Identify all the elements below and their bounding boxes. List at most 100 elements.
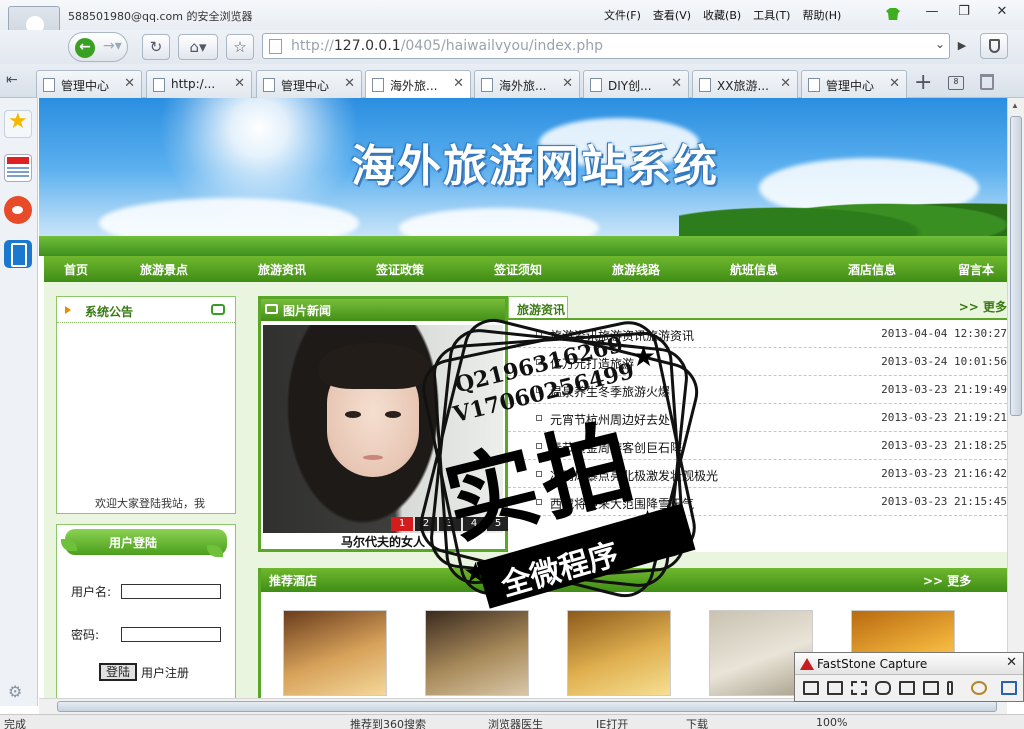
tab-close-icon[interactable]: ✕ bbox=[671, 76, 682, 91]
hotel-more-link[interactable]: >> 更多 bbox=[923, 572, 971, 589]
status-item[interactable]: 推荐到360搜索 bbox=[350, 716, 426, 729]
nav-item[interactable]: 签证须知 bbox=[494, 261, 542, 278]
menu-view[interactable]: 查看(V) bbox=[653, 7, 691, 23]
closed-tabs-button[interactable]: 8 bbox=[948, 76, 964, 90]
nav-item[interactable]: 旅游景点 bbox=[140, 261, 188, 278]
menu-file[interactable]: 文件(F) bbox=[604, 7, 641, 23]
register-link[interactable]: 用户注册 bbox=[141, 664, 189, 681]
browser-tab[interactable]: DIY创... ✕ bbox=[583, 70, 689, 98]
capture-region-icon[interactable] bbox=[851, 681, 867, 695]
status-item[interactable]: IE打开 bbox=[596, 716, 628, 729]
photo-caption[interactable]: 马尔代夫的女人 bbox=[261, 533, 505, 550]
browser-tab[interactable]: 管理中心 ✕ bbox=[36, 70, 142, 98]
menu-help[interactable]: 帮助(H) bbox=[802, 7, 841, 23]
new-tab-button[interactable]: + bbox=[914, 70, 932, 95]
refresh-button[interactable]: ↻ bbox=[142, 34, 170, 60]
mobile-icon[interactable] bbox=[4, 240, 32, 268]
news-title[interactable]: 冰雨风暴点亮北极激发壮观极光 bbox=[550, 467, 718, 484]
horizontal-scroll-thumb[interactable] bbox=[57, 701, 997, 712]
browser-tab[interactable]: XX旅游... ✕ bbox=[692, 70, 798, 98]
capture-object-icon[interactable] bbox=[827, 681, 843, 695]
menu-favorites[interactable]: 收藏(B) bbox=[703, 7, 741, 23]
color-picker-icon[interactable] bbox=[947, 681, 953, 695]
favorite-star-button[interactable]: ☆ bbox=[226, 34, 254, 60]
favorites-star-icon[interactable] bbox=[4, 109, 32, 138]
tab-close-icon[interactable]: ✕ bbox=[780, 76, 791, 91]
browser-tab[interactable]: 管理中心 ✕ bbox=[256, 70, 362, 98]
hotel-thumbnail[interactable] bbox=[283, 610, 387, 696]
back-arrow-icon[interactable]: ← bbox=[75, 38, 95, 58]
tab-close-icon[interactable]: ✕ bbox=[453, 76, 464, 91]
travel-news-tab[interactable]: 旅游资讯 bbox=[508, 296, 568, 318]
news-title[interactable]: 旅游资讯旅游资讯旅游资讯 bbox=[550, 327, 694, 344]
news-row[interactable]: 旅游资讯旅游资讯旅游资讯 2013-04-04 12:30:27 bbox=[508, 320, 1007, 348]
browser-tab[interactable]: 管理中心 ✕ bbox=[801, 70, 907, 98]
zoom-level[interactable]: 100% bbox=[816, 716, 847, 729]
capture-scrolling-icon[interactable] bbox=[923, 681, 939, 695]
capture-window-icon[interactable] bbox=[803, 681, 819, 695]
menu-tools[interactable]: 工具(T) bbox=[753, 7, 790, 23]
output-icon[interactable] bbox=[1001, 681, 1017, 695]
weibo-icon[interactable] bbox=[4, 196, 32, 224]
news-more-link[interactable]: >> 更多 bbox=[959, 298, 1007, 315]
tab-close-icon[interactable]: ✕ bbox=[234, 76, 245, 91]
news-title[interactable]: 西藏将迎来大范围降雪天气 bbox=[550, 495, 694, 512]
nav-item[interactable]: 签证政策 bbox=[376, 261, 424, 278]
maximize-button[interactable]: ❐ bbox=[950, 2, 978, 22]
browser-tab[interactable]: 海外旅... ✕ bbox=[474, 70, 580, 98]
hotel-thumbnail[interactable] bbox=[425, 610, 529, 696]
nav-item[interactable]: 留言本 bbox=[958, 261, 994, 278]
photo-page-button[interactable]: 1 bbox=[391, 517, 413, 531]
browser-tab[interactable]: 海外旅... ✕ bbox=[365, 70, 471, 99]
status-item[interactable]: 下载 bbox=[686, 716, 708, 729]
address-bar[interactable]: http://127.0.0.1/0405/haiwailvyou/index.… bbox=[262, 33, 950, 59]
photo-page-button[interactable]: 5 bbox=[487, 517, 509, 531]
status-item[interactable]: 浏览器医生 bbox=[488, 716, 543, 729]
nav-item[interactable]: 旅游线路 bbox=[612, 261, 660, 278]
photo-news-image[interactable] bbox=[263, 325, 503, 533]
nav-item[interactable]: 航班信息 bbox=[730, 261, 778, 278]
browser-tab[interactable]: http:/... ✕ bbox=[146, 70, 252, 98]
news-title[interactable]: 温泉养生冬季旅游火爆 bbox=[550, 383, 670, 400]
vertical-scroll-thumb[interactable] bbox=[1010, 116, 1022, 416]
news-row[interactable]: 春节黄金周游客创巨石阵 2013-03-23 21:18:25 bbox=[508, 432, 1007, 460]
news-row[interactable]: 亿万元打造旅游 2013-03-24 10:01:56 bbox=[508, 348, 1007, 376]
news-row[interactable]: 冰雨风暴点亮北极激发壮观极光 2013-03-23 21:16:42 bbox=[508, 460, 1007, 488]
tab-close-icon[interactable]: ✕ bbox=[344, 76, 355, 91]
security-shield-button[interactable] bbox=[980, 33, 1008, 59]
minimize-button[interactable]: — bbox=[918, 2, 946, 22]
capture-freehand-icon[interactable] bbox=[875, 681, 891, 695]
photo-page-button[interactable]: 3 bbox=[439, 517, 461, 531]
news-icon[interactable] bbox=[4, 154, 32, 182]
forward-arrow-icon[interactable]: →▾ bbox=[103, 38, 122, 54]
password-input[interactable] bbox=[121, 627, 221, 642]
username-input[interactable] bbox=[121, 584, 221, 599]
palette-icon[interactable] bbox=[971, 681, 987, 695]
close-window-button[interactable]: ✕ bbox=[988, 2, 1016, 22]
nav-item[interactable]: 首页 bbox=[64, 261, 88, 278]
photo-page-button[interactable]: 2 bbox=[415, 517, 437, 531]
news-row[interactable]: 温泉养生冬季旅游火爆 2013-03-23 21:19:49 bbox=[508, 376, 1007, 404]
news-row[interactable]: 元宵节杭州周边好去处 2013-03-23 21:19:21 bbox=[508, 404, 1007, 432]
go-arrow-icon[interactable]: ▶ bbox=[952, 36, 972, 56]
news-title[interactable]: 春节黄金周游客创巨石阵 bbox=[550, 439, 682, 456]
photo-page-button[interactable]: 4 bbox=[463, 517, 485, 531]
address-dropdown-icon[interactable]: ⌄ bbox=[935, 37, 945, 51]
news-row[interactable]: 西藏将迎来大范围降雪天气 2013-03-23 21:15:45 bbox=[508, 488, 1007, 516]
vertical-scrollbar[interactable]: ▲ ▼ bbox=[1007, 98, 1024, 698]
tab-close-icon[interactable]: ✕ bbox=[124, 76, 135, 91]
trash-icon[interactable] bbox=[980, 74, 994, 90]
home-button[interactable]: ⌂▾ bbox=[178, 34, 218, 60]
capture-fullscreen-icon[interactable] bbox=[899, 681, 915, 695]
tab-close-icon[interactable]: ✕ bbox=[889, 76, 900, 91]
nav-item[interactable]: 旅游资讯 bbox=[258, 261, 306, 278]
news-title[interactable]: 亿万元打造旅游 bbox=[550, 355, 634, 372]
login-button[interactable]: 登陆 bbox=[99, 663, 137, 681]
skin-shirt-icon[interactable] bbox=[886, 8, 900, 20]
sidebar-toggle-icon[interactable]: ⇤ bbox=[6, 72, 18, 88]
nav-item[interactable]: 酒店信息 bbox=[848, 261, 896, 278]
gear-icon[interactable]: ⚙ bbox=[8, 682, 22, 701]
hotel-thumbnail[interactable] bbox=[567, 610, 671, 696]
scroll-up-icon[interactable]: ▲ bbox=[1011, 101, 1019, 110]
faststone-close-button[interactable]: ✕ bbox=[1006, 655, 1017, 670]
